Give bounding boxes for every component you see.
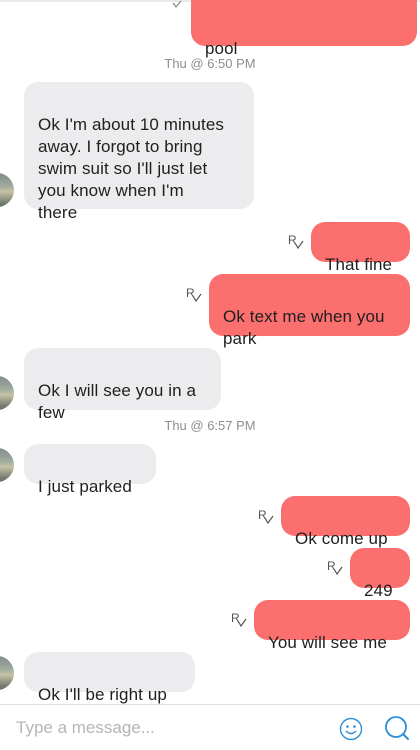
message-bubble-sent[interactable]: You will see me xyxy=(254,600,410,652)
message-bubble-received[interactable]: Ok I'll be right up xyxy=(24,652,195,704)
search-icon[interactable] xyxy=(384,715,410,741)
message-text: Ok I'm about 10 minutes away. I forgot t… xyxy=(38,115,225,222)
message-composer xyxy=(0,704,420,750)
message-bubble-received[interactable]: I just parked xyxy=(24,444,156,496)
message-text: 249 xyxy=(364,581,393,600)
read-receipt-icon: R xyxy=(258,508,274,525)
message-bubble-received[interactable]: Ok I'm about 10 minutes away. I forgot t… xyxy=(24,82,254,222)
message-bubble-sent[interactable]: pool xyxy=(191,0,417,58)
timestamp: Thu @ 6:57 PM xyxy=(164,418,256,433)
message-bubble-sent[interactable]: Ok come up xyxy=(281,496,410,548)
emoji-icon[interactable] xyxy=(339,717,363,741)
message-text: Ok I'll be right up xyxy=(38,685,167,704)
message-text: Ok I will see you in a few xyxy=(38,381,197,422)
message-bubble-received[interactable]: Ok I will see you in a few xyxy=(24,348,221,422)
message-text: You will see me xyxy=(268,633,387,652)
message-bubble-sent[interactable]: That fine xyxy=(311,222,410,274)
message-bubble-sent[interactable]: 249 xyxy=(350,548,410,600)
message-bubble-sent[interactable]: Ok text me when you park xyxy=(209,274,410,348)
avatar[interactable] xyxy=(0,173,14,207)
avatar[interactable] xyxy=(0,376,14,410)
message-text: That fine xyxy=(325,255,393,274)
chat-thread[interactable]: pool Thu @ 6:50 PM Ok I'm about 10 minut… xyxy=(0,0,420,704)
timestamp: Thu @ 6:50 PM xyxy=(164,56,256,71)
check-icon xyxy=(172,0,182,9)
message-text: Ok come up xyxy=(295,529,388,548)
message-text: I just parked xyxy=(38,477,132,496)
avatar[interactable] xyxy=(0,656,14,690)
message-input[interactable] xyxy=(16,715,316,741)
read-receipt-icon: R xyxy=(327,559,343,576)
message-text: Ok text me when you park xyxy=(223,307,385,348)
avatar[interactable] xyxy=(0,448,14,482)
read-receipt-icon: R xyxy=(231,611,247,628)
read-receipt-icon: R xyxy=(186,286,202,303)
read-receipt-icon: R xyxy=(288,233,304,250)
